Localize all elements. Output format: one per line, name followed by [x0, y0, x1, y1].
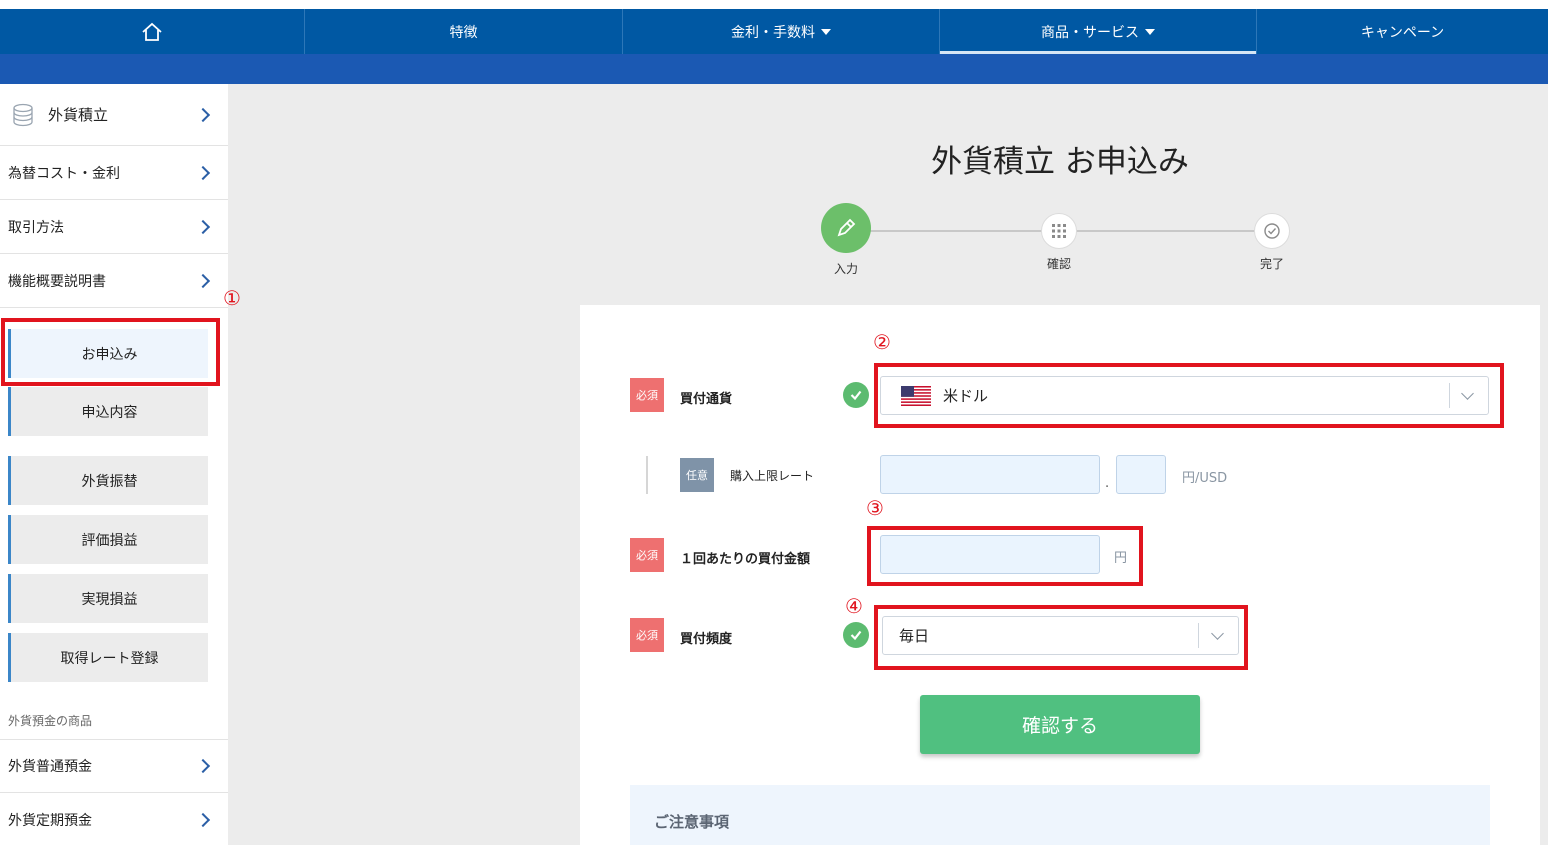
chevron-right-icon — [195, 273, 211, 288]
notes-title: ご注意事項 — [654, 813, 730, 831]
us-flag-icon — [901, 385, 931, 406]
limit-rate-decimal-input[interactable] — [1116, 455, 1166, 494]
currency-select[interactable]: 米ドル — [880, 376, 1489, 415]
sidebar-sub-unrealized-pl[interactable]: 評価損益 — [8, 515, 208, 564]
check-icon — [843, 382, 869, 408]
sub-header-bar — [0, 54, 1548, 84]
chevron-down-icon — [1461, 387, 1474, 400]
currency-label: 買付通貨 — [680, 392, 733, 407]
sidebar-sub-fx-transfer[interactable]: 外貨振替 — [8, 456, 208, 505]
coin-stack-icon — [13, 103, 33, 126]
frequency-label: 買付頻度 — [680, 632, 733, 647]
sidebar-item-feature-doc[interactable]: 機能概要説明書 — [0, 254, 228, 308]
sidebar-sub-apply[interactable]: お申込み — [8, 329, 208, 378]
sidebar-item-fx-ordinary-deposit[interactable]: 外貨普通預金 — [0, 739, 228, 793]
nav-features[interactable]: 特徴 — [305, 9, 623, 54]
sidebar-item-fx-time-deposit[interactable]: 外貨定期預金 — [0, 793, 228, 845]
sidebar-item-fx-savings[interactable]: 外貨積立 — [0, 84, 228, 146]
sidebar-item-trading-method[interactable]: 取引方法 — [0, 200, 228, 254]
page-title: 外貨積立 お申込み — [931, 144, 1189, 180]
notes-panel: ご注意事項 — [630, 785, 1490, 845]
global-nav: 特徴 金利・手数料 商品・サービス キャンペーン — [0, 9, 1548, 54]
check-icon — [843, 622, 869, 648]
chevron-right-icon — [195, 165, 211, 180]
sidebar-sub-application-details[interactable]: 申込内容 — [8, 387, 208, 436]
check-circle-icon — [1264, 223, 1280, 239]
amount-input[interactable] — [880, 535, 1100, 574]
sidebar: 外貨積立 為替コスト・金利 取引方法 機能概要説明書 お申込み 申込内容 外貨振… — [0, 84, 228, 845]
sidebar-sub-realized-pl[interactable]: 実現損益 — [8, 574, 208, 623]
annotation-mark-4: ④ — [845, 594, 863, 618]
step-complete — [1254, 213, 1290, 249]
required-badge: 必須 — [630, 618, 664, 652]
chevron-right-icon — [195, 219, 211, 234]
nav-rates-fees[interactable]: 金利・手数料 — [623, 9, 940, 54]
indent-line — [646, 456, 648, 494]
annotation-mark-1: ① — [223, 286, 241, 310]
step-input — [821, 203, 871, 253]
annotation-mark-2: ② — [873, 330, 891, 354]
step-label-complete: 完了 — [1259, 257, 1284, 271]
optional-badge: 任意 — [680, 458, 714, 492]
top-white-strip — [0, 0, 1548, 9]
caret-down-icon — [821, 28, 831, 35]
confirm-button[interactable]: 確認する — [920, 695, 1200, 754]
nav-home[interactable] — [0, 9, 305, 54]
home-icon — [142, 22, 162, 41]
pencil-icon — [837, 218, 856, 237]
chevron-down-icon — [1211, 627, 1224, 640]
annotation-mark-3: ③ — [866, 496, 884, 520]
nav-products-services[interactable]: 商品・サービス — [940, 9, 1257, 54]
required-badge: 必須 — [630, 538, 664, 572]
amount-label: １回あたりの買付金額 — [680, 552, 811, 567]
limit-rate-label: 購入上限レート — [730, 469, 815, 483]
limit-rate-unit: 円/USD — [1182, 471, 1228, 486]
sidebar-section-caption: 外貨預金の商品 — [8, 714, 93, 728]
limit-rate-integer-input[interactable] — [880, 455, 1100, 494]
step-confirm — [1041, 213, 1077, 249]
step-label-confirm: 確認 — [1046, 257, 1071, 271]
caret-down-icon — [1145, 28, 1155, 35]
chevron-right-icon — [195, 812, 211, 828]
frequency-select[interactable]: 毎日 — [882, 616, 1239, 655]
chevron-right-icon — [195, 107, 211, 122]
grid-icon — [1052, 224, 1066, 238]
sidebar-item-fx-cost[interactable]: 為替コスト・金利 — [0, 146, 228, 200]
step-label-input: 入力 — [833, 262, 858, 276]
sidebar-sub-rate-registration[interactable]: 取得レート登録 — [8, 633, 208, 682]
decimal-separator: . — [1105, 476, 1110, 491]
required-badge: 必須 — [630, 378, 664, 412]
nav-campaign[interactable]: キャンペーン — [1257, 9, 1548, 54]
chevron-right-icon — [195, 758, 211, 774]
amount-unit: 円 — [1114, 551, 1128, 566]
